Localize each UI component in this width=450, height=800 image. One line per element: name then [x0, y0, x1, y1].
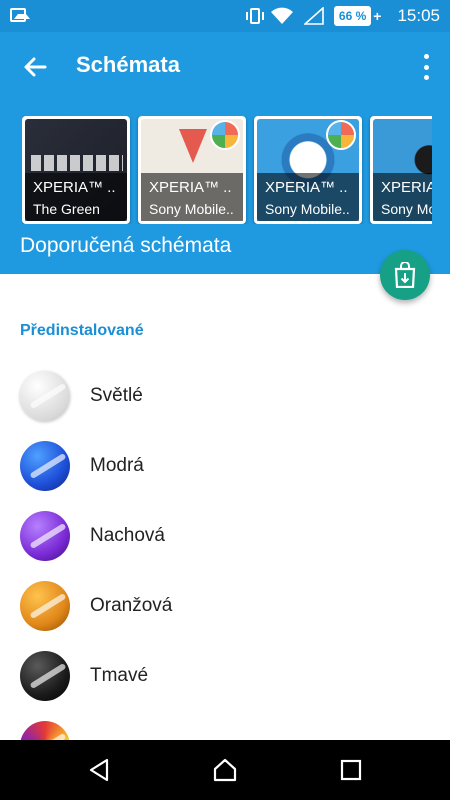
card-subtitle: Sony Mobile.. [265, 201, 350, 217]
card-title: XPERIA™ .. [149, 179, 232, 196]
app-theme-badge-icon [210, 120, 240, 150]
featured-carousel[interactable]: XPERIA™ .. The Green XPERIA™ .. Sony Mob… [22, 116, 432, 224]
more-vertical-icon[interactable] [422, 54, 430, 80]
wifi-icon [270, 7, 293, 24]
theme-card-watermelon[interactable]: XPERIA™ .. Sony Mobile.. [138, 116, 246, 224]
theme-color-orb-icon [20, 651, 70, 701]
theme-store-button[interactable] [380, 250, 430, 300]
app-theme-badge-icon [326, 120, 356, 150]
back-icon[interactable] [86, 757, 112, 783]
theme-card-mickey[interactable]: XPERIA Sony Mo [370, 116, 432, 224]
navigation-bar [0, 740, 450, 800]
card-caption: XPERIA™ .. Sony Mobile.. [257, 173, 359, 221]
section-header-preinstalled: Předinstalované [20, 322, 144, 339]
theme-color-orb-icon [20, 581, 70, 631]
theme-color-orb-icon [20, 441, 70, 491]
app-bar: Schémata [0, 32, 450, 102]
list-item[interactable]: Světlé [0, 360, 450, 430]
theme-name: Světlé [90, 385, 143, 406]
list-item[interactable]: Tmavé [0, 640, 450, 710]
card-subtitle: Sony Mobile.. [149, 201, 234, 217]
theme-color-orb-icon [20, 371, 70, 421]
theme-color-orb-icon [20, 511, 70, 561]
card-title: XPERIA [381, 179, 432, 196]
theme-list: Světlé Modrá Nachová Oranžová Tmavé [0, 360, 450, 780]
battery-level: 66 % [333, 6, 372, 26]
vibrate-icon [245, 8, 264, 24]
featured-themes-panel: XPERIA™ .. The Green XPERIA™ .. Sony Mob… [0, 102, 450, 274]
card-subtitle: Sony Mo [381, 201, 432, 217]
theme-name: Oranžová [90, 595, 173, 616]
card-caption: XPERIA™ .. Sony Mobile.. [141, 173, 243, 221]
list-item[interactable]: Modrá [0, 430, 450, 500]
back-arrow-icon[interactable] [20, 52, 50, 82]
signal-icon [303, 7, 324, 25]
home-icon[interactable] [212, 757, 238, 783]
charging-icon: + [373, 8, 382, 24]
theme-card-dots[interactable]: XPERIA™ .. The Green [22, 116, 130, 224]
page-title: Schémata [76, 52, 180, 77]
card-subtitle: The Green [33, 201, 100, 217]
theme-name: Nachová [90, 525, 165, 546]
clock: 15:05 [397, 6, 440, 25]
theme-card-donald[interactable]: XPERIA™ .. Sony Mobile.. [254, 116, 362, 224]
recents-icon[interactable] [338, 757, 364, 783]
theme-name: Modrá [90, 455, 144, 476]
card-title: XPERIA™ .. [33, 179, 116, 196]
image-icon [10, 8, 30, 22]
featured-themes-label[interactable]: Doporučená schémata [20, 234, 231, 258]
store-download-icon [394, 262, 416, 288]
card-title: XPERIA™ .. [265, 179, 348, 196]
battery-icon: 66 % + [333, 6, 382, 26]
status-bar: 66 % + 15:05 [0, 0, 450, 32]
card-caption: XPERIA™ .. The Green [25, 173, 127, 221]
list-item[interactable]: Oranžová [0, 570, 450, 640]
theme-name: Tmavé [90, 665, 149, 686]
list-item[interactable]: Nachová [0, 500, 450, 570]
card-caption: XPERIA Sony Mo [373, 173, 432, 221]
